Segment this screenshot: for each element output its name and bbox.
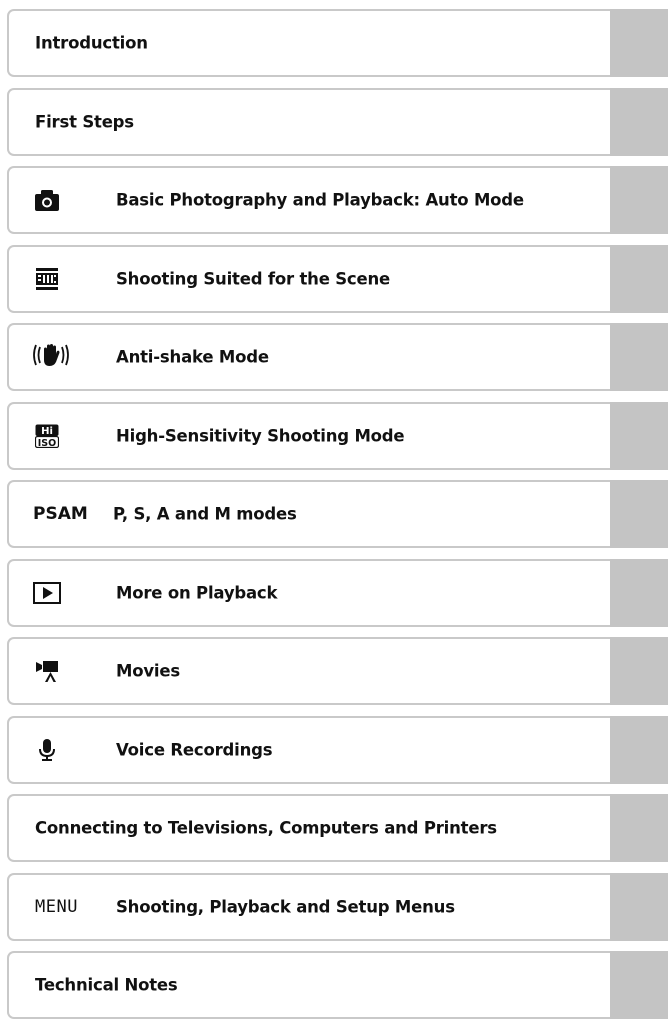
section-tab	[610, 166, 668, 234]
toc-item-label: First Steps	[35, 112, 134, 131]
toc-item-label: Shooting Suited for the Scene	[116, 269, 391, 288]
section-tab	[610, 244, 668, 313]
toc-item-label: Voice Recordings	[116, 740, 273, 759]
section-tab	[610, 794, 668, 862]
toc-item-first-steps[interactable]: First Steps	[7, 87, 668, 156]
toc-item-label: Anti-shake Mode	[116, 347, 269, 367]
toc-item-label: Basic Photography and Playback: Auto Mod…	[116, 190, 524, 210]
toc-item-psam-modes[interactable]: PSAM P, S, A and M modes	[7, 480, 668, 548]
toc-item-voice-recordings[interactable]: Voice Recordings	[7, 715, 668, 784]
toc-item-introduction[interactable]: Introduction	[7, 9, 668, 77]
toc-item-high-sensitivity[interactable]: Hi ISO High-Sensitivity Shooting Mode	[7, 401, 668, 470]
movie-camera-icon	[35, 659, 59, 683]
toc-item-scene[interactable]: Shooting Suited for the Scene	[7, 244, 668, 313]
toc-item-label: Introduction	[35, 33, 148, 53]
toc-item-menus[interactable]: MENU Shooting, Playback and Setup Menus	[7, 872, 668, 941]
toc-item-anti-shake[interactable]: Anti-shake Mode	[7, 323, 668, 391]
toc-item-label: More on Playback	[116, 583, 278, 602]
section-tab	[610, 872, 668, 941]
toc-item-label: Shooting, Playback and Setup Menus	[116, 897, 455, 916]
toc-item-more-playback[interactable]: More on Playback	[7, 558, 668, 627]
menu-icon: MENU	[35, 896, 78, 917]
toc-item-label: Technical Notes	[35, 975, 178, 995]
toc-item-movies[interactable]: Movies	[7, 637, 668, 705]
toc-item-auto-mode[interactable]: Basic Photography and Playback: Auto Mod…	[7, 166, 668, 234]
toc-item-label: P, S, A and M modes	[113, 504, 297, 524]
hi-iso-icon: Hi ISO	[35, 424, 59, 448]
section-tab	[610, 715, 668, 784]
toc-item-connecting[interactable]: Connecting to Televisions, Computers and…	[7, 794, 668, 862]
playback-icon	[33, 581, 61, 605]
section-tab	[610, 323, 668, 391]
section-tab	[610, 951, 668, 1019]
microphone-icon	[35, 738, 59, 762]
section-tab	[610, 9, 668, 77]
toc-item-label: Connecting to Televisions, Computers and…	[35, 818, 497, 838]
svg-text:Hi: Hi	[41, 426, 53, 437]
section-tab	[610, 637, 668, 705]
section-tab	[610, 87, 668, 156]
toc-item-label: High-Sensitivity Shooting Mode	[116, 426, 405, 445]
svg-text:ISO: ISO	[38, 438, 56, 448]
section-tab	[610, 558, 668, 627]
psam-icon: PSAM	[33, 504, 88, 524]
scene-icon	[35, 267, 59, 291]
section-tab	[610, 480, 668, 548]
table-of-contents: Introduction First Steps Basic Photograp…	[7, 9, 668, 1030]
toc-item-label: Movies	[116, 661, 180, 681]
camera-icon	[35, 188, 59, 212]
section-tab	[610, 401, 668, 470]
toc-item-technical-notes[interactable]: Technical Notes	[7, 951, 668, 1019]
anti-shake-icon	[31, 342, 71, 372]
